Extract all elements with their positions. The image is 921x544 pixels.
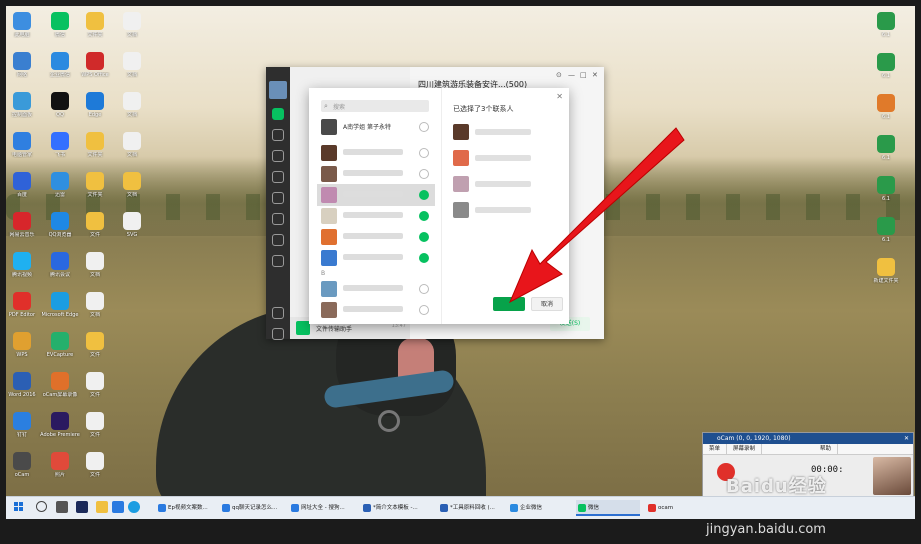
taskbar-item[interactable]: 微信 [576,500,640,516]
taskbar-item-label: ocam [658,505,674,511]
app-icon [510,504,518,512]
taskbar-item-label: 网址大全 - 搜狗... [301,505,345,511]
ocam-menu-item[interactable]: 菜单 [703,444,728,454]
taskview-icon[interactable] [56,501,68,513]
app-icon[interactable] [112,501,124,513]
taskbar-item[interactable]: Ep视频文案数... [156,500,216,516]
start-icon[interactable] [14,502,24,512]
app-icon [158,504,166,512]
taskbar-item[interactable]: 网址大全 - 搜狗... [289,500,357,516]
taskbar-item[interactable]: *简介文本模板 -... [361,500,433,516]
arrow-shape [508,127,685,304]
taskbar: Ep视频文案数... qq聊天记录怎么... 网址大全 - 搜狗... *简介文本模板… [6,496,915,519]
taskbar-item-label: qq聊天记录怎么... [232,505,278,511]
app-icon [578,504,586,512]
photoshop-icon[interactable] [76,501,88,513]
app-icon [648,504,656,512]
baidu-watermark: Baidu经验 [726,476,827,497]
taskbar-item-label: *工具原料回收 (... [450,505,495,511]
taskbar-item-label: *简介文本模板 -... [373,505,418,511]
webcam-thumbnail [873,457,911,495]
taskbar-item-label: 微信 [588,505,600,511]
taskbar-item[interactable]: *工具原料回收 (... [438,500,504,516]
edge-icon[interactable] [128,501,140,513]
watermark-url: jingyan.baidu.com [706,522,826,537]
ocam-menu-item[interactable]: 屏幕录制 [727,444,763,454]
search-icon[interactable] [36,501,47,512]
app-icon [291,504,299,512]
explorer-icon[interactable] [96,501,108,513]
ocam-title: oCam (0, 0, 1920, 1080) [717,435,791,442]
app-icon [440,504,448,512]
app-icon [222,504,230,512]
taskbar-item-label: Ep视频文案数... [168,505,208,511]
ocam-titlebar: oCam (0, 0, 1920, 1080) ✕ [703,433,913,444]
close-icon[interactable]: ✕ [904,433,909,444]
taskbar-item-label: 企业微信 [520,505,543,511]
taskbar-item[interactable]: qq聊天记录怎么... [220,500,284,516]
app-icon [363,504,371,512]
taskbar-item[interactable]: ocam [646,500,696,516]
taskbar-item[interactable]: 企业微信 [508,500,568,516]
ocam-menu: 菜单 屏幕录制 帮助 [703,444,913,455]
ocam-menu-item[interactable]: 帮助 [814,444,839,454]
